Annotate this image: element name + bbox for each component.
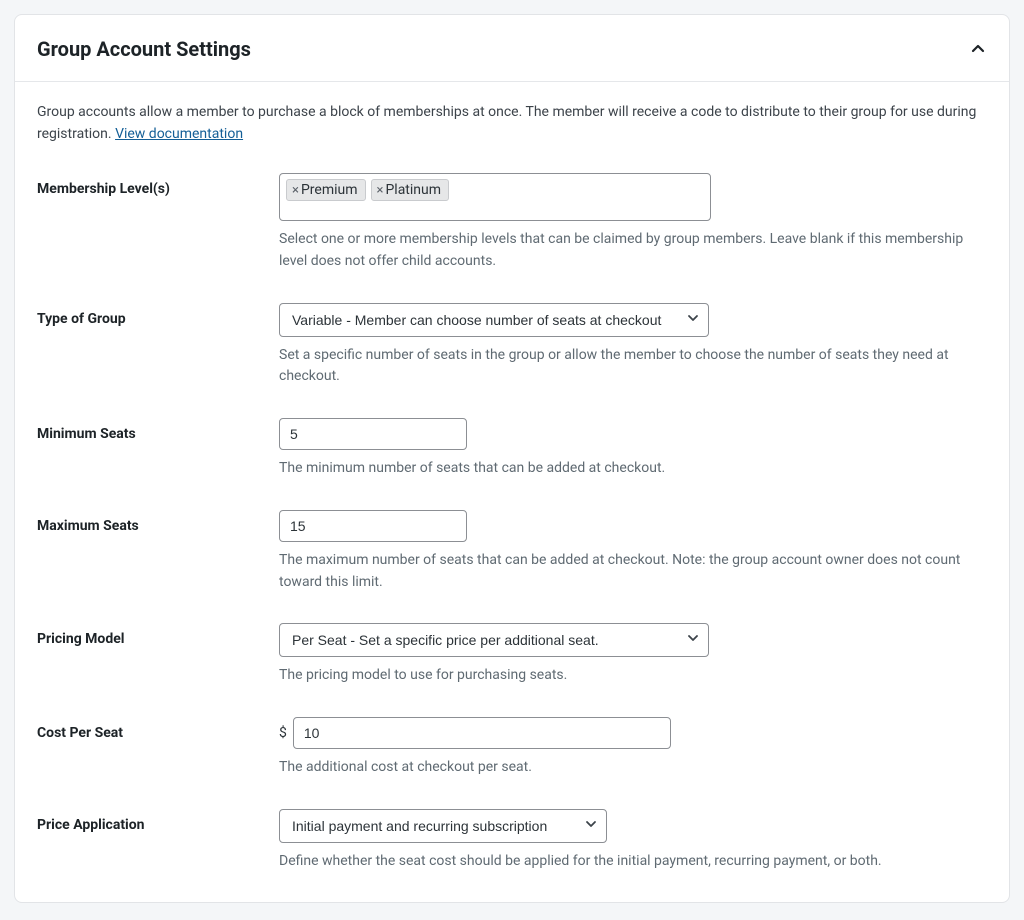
view-documentation-link[interactable]: View documentation (115, 126, 243, 142)
control-maximum-seats: The maximum number of seats that can be … (279, 510, 987, 593)
row-pricing-model: Pricing Model Per Seat - Set a specific … (37, 623, 987, 687)
help-maximum-seats: The maximum number of seats that can be … (279, 550, 987, 593)
panel-description: Group accounts allow a member to purchas… (37, 102, 987, 145)
panel-title: Group Account Settings (37, 37, 251, 61)
pricing-model-select[interactable]: Per Seat - Set a specific price per addi… (279, 623, 709, 657)
row-maximum-seats: Maximum Seats The maximum number of seat… (37, 510, 987, 593)
row-minimum-seats: Minimum Seats The minimum number of seat… (37, 418, 987, 480)
membership-levels-tag-input[interactable]: ×Premium×Platinum (279, 173, 711, 221)
tag[interactable]: ×Platinum (371, 179, 450, 201)
label-minimum-seats: Minimum Seats (37, 418, 279, 442)
label-pricing-model: Pricing Model (37, 623, 279, 647)
control-price-application: Initial payment and recurring subscripti… (279, 809, 987, 873)
help-pricing-model: The pricing model to use for purchasing … (279, 665, 987, 687)
pricing-model-select-wrap: Per Seat - Set a specific price per addi… (279, 623, 709, 657)
label-type-of-group: Type of Group (37, 303, 279, 327)
close-icon[interactable]: × (292, 184, 299, 197)
label-membership-levels: Membership Level(s) (37, 173, 279, 197)
currency-symbol: $ (279, 725, 287, 741)
cost-per-seat-input[interactable] (293, 717, 671, 749)
chevron-up-icon[interactable] (969, 40, 987, 58)
control-membership-levels: ×Premium×Platinum Select one or more mem… (279, 173, 987, 272)
panel-header[interactable]: Group Account Settings (15, 15, 1009, 82)
help-minimum-seats: The minimum number of seats that can be … (279, 458, 987, 480)
label-price-application: Price Application (37, 809, 279, 833)
panel-body: Group accounts allow a member to purchas… (15, 82, 1009, 902)
control-pricing-model: Per Seat - Set a specific price per addi… (279, 623, 987, 687)
group-account-settings-panel: Group Account Settings Group accounts al… (14, 14, 1010, 903)
help-price-application: Define whether the seat cost should be a… (279, 851, 987, 873)
row-membership-levels: Membership Level(s) ×Premium×Platinum Se… (37, 173, 987, 272)
label-cost-per-seat: Cost Per Seat (37, 717, 279, 741)
control-cost-per-seat: $ The additional cost at checkout per se… (279, 717, 987, 779)
label-maximum-seats: Maximum Seats (37, 510, 279, 534)
help-type-of-group: Set a specific number of seats in the gr… (279, 345, 987, 388)
control-type-of-group: Variable - Member can choose number of s… (279, 303, 987, 388)
close-icon[interactable]: × (377, 184, 384, 197)
maximum-seats-input[interactable] (279, 510, 467, 542)
type-of-group-select[interactable]: Variable - Member can choose number of s… (279, 303, 709, 337)
minimum-seats-input[interactable] (279, 418, 467, 450)
price-application-select-wrap: Initial payment and recurring subscripti… (279, 809, 607, 843)
help-cost-per-seat: The additional cost at checkout per seat… (279, 757, 987, 779)
control-minimum-seats: The minimum number of seats that can be … (279, 418, 987, 480)
price-application-select[interactable]: Initial payment and recurring subscripti… (279, 809, 607, 843)
row-type-of-group: Type of Group Variable - Member can choo… (37, 303, 987, 388)
type-of-group-select-wrap: Variable - Member can choose number of s… (279, 303, 709, 337)
help-membership-levels: Select one or more membership levels tha… (279, 229, 987, 272)
tag[interactable]: ×Premium (286, 179, 366, 201)
row-cost-per-seat: Cost Per Seat $ The additional cost at c… (37, 717, 987, 779)
row-price-application: Price Application Initial payment and re… (37, 809, 987, 873)
cost-per-seat-inline: $ (279, 717, 987, 749)
